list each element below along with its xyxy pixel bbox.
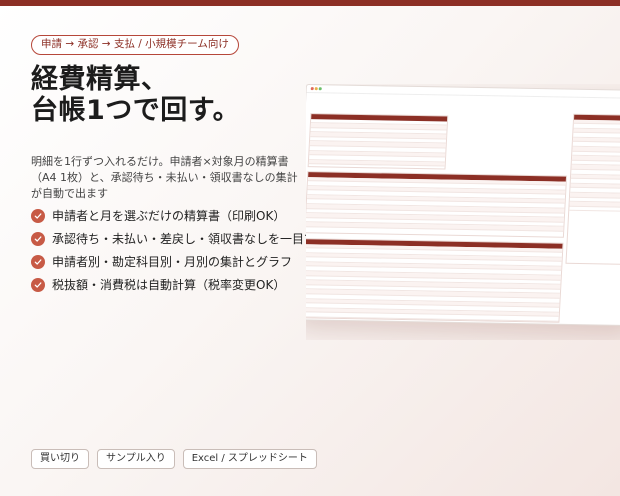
spreadsheet-preview [306,84,620,340]
checkmark-icon [31,231,45,246]
feature-item: 税抜額・消費税は自動計算（税率変更OK） [31,273,316,296]
headline: 経費精算、 台帳1つで回す。 [31,64,291,126]
monthly-table [306,238,564,323]
feature-item: 承認待ち・未払い・差戻し・領収書なしを一目で [31,227,316,250]
description: 明細を1行ずつ入れるだけ。申請者×対象月の精算書（A4 1枚）と、承認待ち・未払… [31,155,298,200]
checkmark-icon [31,254,45,269]
headline-line-1: 経費精算、 [31,64,169,95]
window-dot-icon [318,87,322,91]
feature-list: 申請者と月を選ぶだけの精算書（印刷OK） 承認待ち・未払い・差戻し・領収書なしを… [31,204,316,296]
feature-item: 申請者別・勘定科目別・月別の集計とグラフ [31,250,316,273]
tag-excel-spreadsheet: Excel / スプレッドシート [182,449,317,469]
spreadsheet-window [306,84,620,327]
tag-sample-included: サンプル入り [97,449,175,469]
checkmark-icon [31,208,45,223]
top-accent-bar [0,0,620,6]
feature-label: 税抜額・消費税は自動計算（税率変更OK） [52,278,286,292]
tag-list: 買い切り サンプル入り Excel / スプレッドシート [31,449,317,469]
flow-badge: 申請 → 承認 → 支払 / 小規模チーム向け [31,35,239,55]
headline-line-2: 台帳1つで回す。 [31,95,241,126]
tag-one-time-purchase: 買い切り [31,449,89,469]
spreadsheet-title-bar [306,85,620,99]
feature-item: 申請者と月を選ぶだけの精算書（印刷OK） [31,204,316,227]
category-table [306,171,568,238]
feature-label: 申請者と月を選ぶだけの精算書（印刷OK） [52,209,286,223]
feature-label: 承認待ち・未払い・差戻し・領収書なしを一目で [52,232,317,246]
window-dot-icon [310,87,314,90]
feature-label: 申請者別・勘定科目別・月別の集計とグラフ [52,255,293,269]
summary-block [307,113,449,170]
window-dot-icon [314,87,318,90]
side-summary [565,113,620,265]
checkmark-icon [31,277,45,292]
